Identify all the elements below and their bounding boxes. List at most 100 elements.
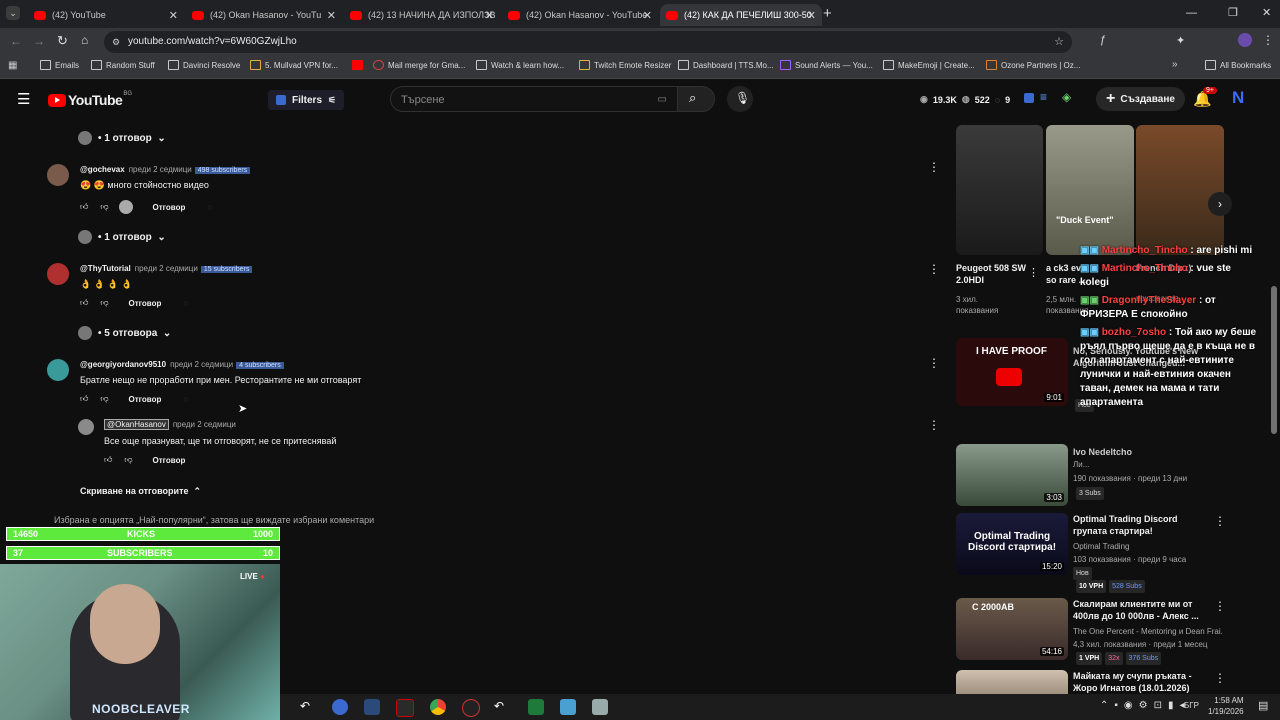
tab-okan-hasanov-2[interactable]: (42) Okan Hasanov - YouTube ✕ [502,4,658,26]
keyboard-icon[interactable]: ▭ [658,87,667,113]
replies-toggle[interactable]: • 1 отговор ⌄ [78,230,166,244]
like-icon[interactable]: 👍︎ [104,455,112,465]
dislike-icon[interactable]: 👎︎ [100,394,108,404]
bookmark-emails[interactable]: Emails [40,60,79,70]
bookmark-random-stuff[interactable]: Random Stuff [91,60,155,70]
video-title[interactable]: Optimal Trading Discord групата стартира… [1073,513,1199,537]
comment-time[interactable]: преди 2 седмици [170,360,233,369]
video-thumbnail[interactable]: Optimal Trading Discord стартира! 15:20 [956,513,1068,575]
short-thumbnail[interactable] [956,125,1043,255]
restore-icon[interactable]: ❐ [1228,6,1238,19]
dislike-icon[interactable]: 👎︎ [100,298,108,308]
avatar[interactable] [78,419,94,435]
replies-toggle[interactable]: • 5 отговора ⌄ [78,326,171,340]
scrollbar-thumb[interactable] [1271,286,1277,434]
tab-active-video[interactable]: (42) КАК ДА ПЕЧЕЛИШ 300-50 ✕ [660,4,822,26]
close-tab-icon[interactable]: ✕ [327,9,336,22]
reply-button[interactable]: Отговор [129,299,162,308]
short-thumbnail[interactable]: "Duck Event" [1046,125,1134,255]
gem-icon[interactable]: ◈ [1062,90,1071,104]
dislike-icon[interactable]: 👎︎ [100,202,108,212]
close-window-icon[interactable]: ✕ [1262,6,1271,19]
filters-button[interactable]: Filters ⚟ [268,90,345,110]
bookmark-makeemoji[interactable]: MakeEmoji | Create... [883,60,975,70]
like-icon[interactable]: 👍︎ [80,202,88,212]
more-vert-icon[interactable]: ⋮ [928,418,940,432]
close-tab-icon[interactable]: ✕ [807,9,816,22]
dislike-icon[interactable]: 👎︎ [124,455,132,465]
like-icon[interactable]: 👍︎ [80,394,88,404]
youtube-logo[interactable]: YouTube BG [48,91,132,108]
more-vert-icon[interactable]: ⋮ [928,262,940,276]
new-tab-icon[interactable]: + [823,5,832,22]
app-icon[interactable]: ↶ [494,699,510,715]
short-thumbnail[interactable] [1136,125,1224,255]
author-handle[interactable]: @gochevax [80,165,125,174]
more-icon[interactable]: ◌ [183,395,188,404]
url-bar[interactable]: ⚙ youtube.com/watch?v=6W60GZwjLho ☆ [104,31,1072,53]
hide-replies-button[interactable]: Скриване на отговорите ⌃ [80,486,201,497]
more-icon[interactable]: ◌ [183,299,188,308]
site-info-icon[interactable]: ⚙ [112,31,120,53]
chrome-icon[interactable] [430,699,446,715]
excel-icon[interactable] [528,699,544,715]
extension-blue-icon[interactable] [1024,93,1034,103]
comment-time[interactable]: преди 2 седмици [129,165,192,174]
replies-toggle[interactable]: • 1 отговор ⌄ [78,131,166,145]
reply-button[interactable]: Отговор [153,203,186,212]
extensions-puzzle-icon[interactable]: ✦ [1176,34,1185,47]
author-handle[interactable]: @georgiyordanov9510 [80,360,166,369]
more-vert-icon[interactable]: ⋮ [928,356,940,370]
search-button[interactable]: ⌕ [677,86,715,112]
avatar[interactable] [47,359,69,381]
chevron-right-icon[interactable]: › [1208,192,1232,216]
bookmark-mullvad[interactable]: 5. Mullvad VPN for... [250,60,338,70]
avatar[interactable] [47,164,69,186]
comment-author[interactable]: @gochevax преди 2 седмици 498 subscribers [80,165,251,174]
create-button[interactable]: + Създаване [1096,87,1185,111]
app-icon[interactable] [592,699,608,715]
bookmark-twitch-emote[interactable]: Twitch Emote Resizer [579,60,671,70]
creator-handle[interactable]: @OkanHasanov [104,419,169,430]
video-thumbnail[interactable]: 3:03 [956,444,1068,506]
video-thumbnail[interactable] [956,670,1068,694]
extension-icon[interactable]: ƒ [1100,34,1106,46]
more-bookmarks-icon[interactable]: » [1172,59,1178,70]
more-icon[interactable]: ◌ [207,203,212,212]
bookmark-watch-learn[interactable]: Watch & learn how... [476,60,564,70]
close-tab-icon[interactable]: ✕ [485,9,494,22]
more-vert-icon[interactable]: ⋮ [1214,514,1226,528]
steam-icon[interactable] [364,699,380,715]
bookmark-ozone[interactable]: Ozone Partners | Oz... [986,60,1080,70]
minimize-icon[interactable]: — [1186,7,1197,19]
bookmark-davinci[interactable]: Davinci Resolve [168,60,240,70]
all-bookmarks[interactable]: All Bookmarks [1205,60,1271,70]
reload-icon[interactable]: ↻ [57,33,68,49]
avatar[interactable] [47,263,69,285]
search-input[interactable]: Търсене ▭ [390,86,678,112]
notes-icon[interactable] [560,699,576,715]
account-avatar[interactable]: N [1232,88,1244,108]
list-icon[interactable]: ≡ [1040,90,1047,104]
comment-author[interactable]: @georgiyordanov9510 преди 2 седмици 4 subs… [80,360,284,369]
notifications-icon[interactable]: ▤ [1258,699,1268,712]
video-channel[interactable]: Ли... [1073,459,1089,470]
voice-search-button[interactable]: 🎙 [727,86,753,112]
close-tab-icon[interactable]: ✕ [643,9,652,22]
video-thumbnail[interactable]: I HAVE PROOF 9:01 [956,338,1068,406]
more-vert-icon[interactable]: ⋮ [1214,599,1226,613]
close-tab-icon[interactable]: ✕ [169,9,178,22]
hamburger-menu-icon[interactable]: ☰ [17,90,30,108]
back-arrow-icon[interactable]: ↶ [300,699,316,715]
clock[interactable]: 1:58 AM 1/19/2026 [1208,695,1244,717]
bookmark-sound-alerts[interactable]: Sound Alerts — You... [780,60,873,70]
apps-grid-icon[interactable]: ▦ [8,60,17,71]
bookmark-youtube[interactable] [352,60,367,70]
tab-youtube-home[interactable]: (42) YouTube ✕ [28,4,184,26]
tab-13-nachina[interactable]: (42) 13 НАЧИНА ДА ИЗПОЛЗВ ✕ [344,4,500,26]
system-tray-icons[interactable]: ⌃▪◉⚙⊡▮◂ [1100,700,1191,711]
more-vert-icon[interactable]: ⋮ [1028,266,1039,279]
video-channel[interactable]: The One Percent - Mentoring и Dean Frai.… [1073,626,1223,637]
app-icon[interactable] [332,699,348,715]
profile-avatar[interactable] [1238,33,1252,47]
